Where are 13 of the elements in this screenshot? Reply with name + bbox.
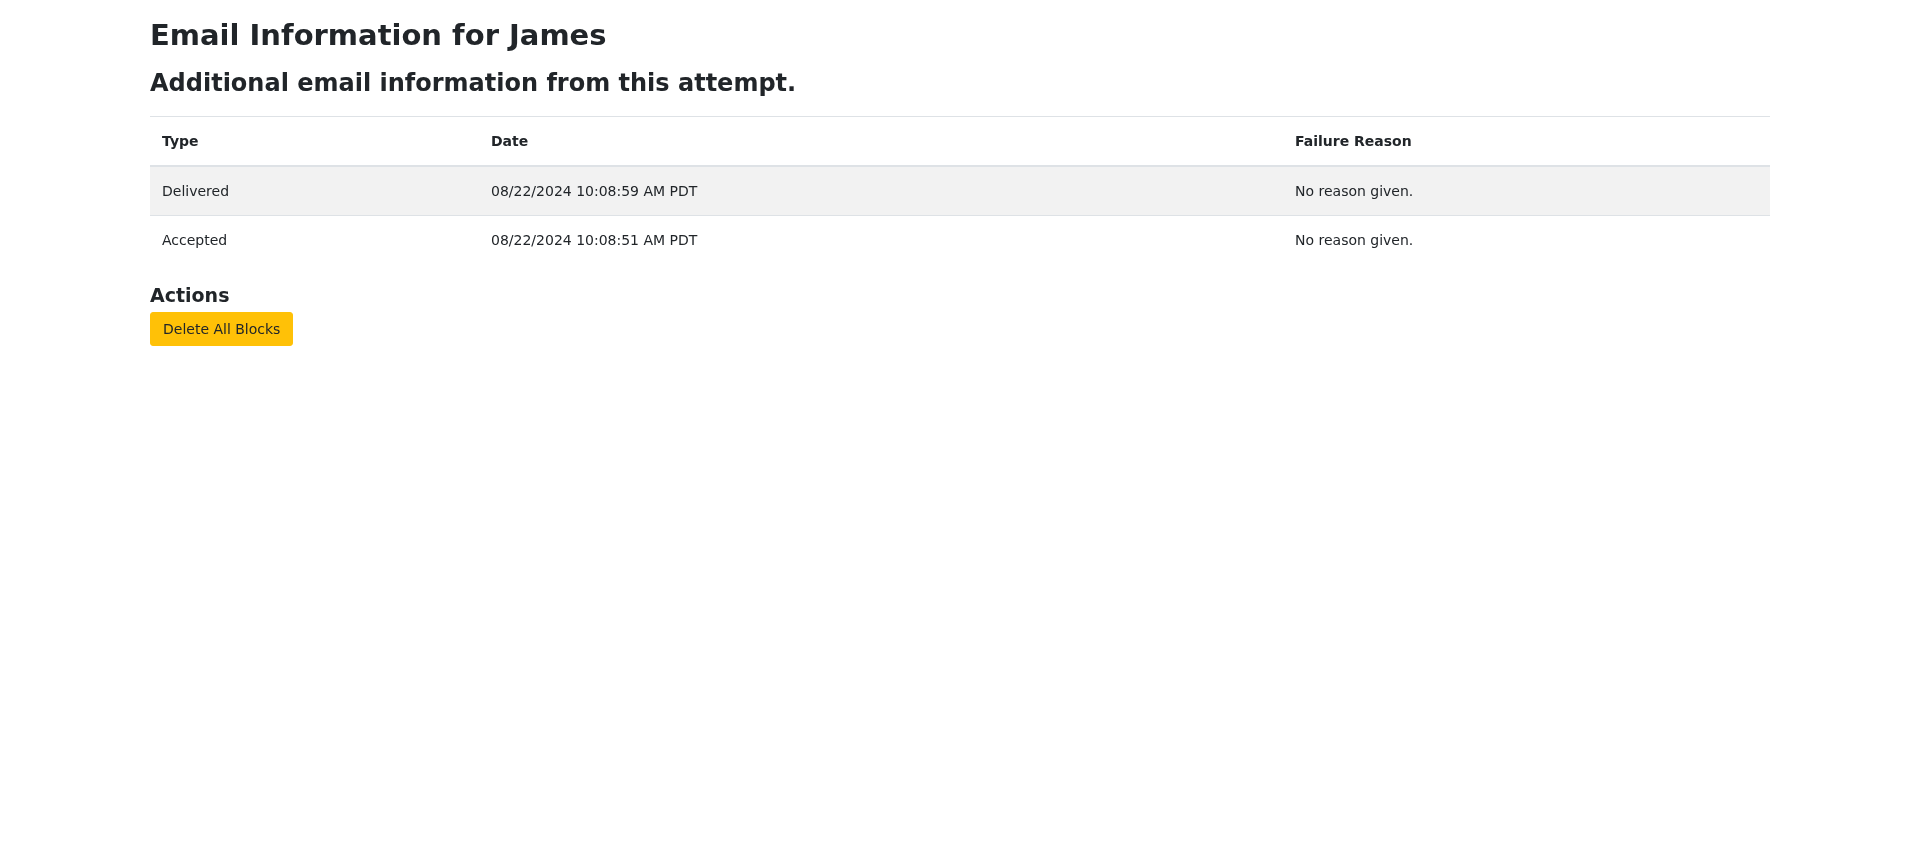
- actions-heading: Actions: [150, 283, 231, 306]
- section-heading: Additional email information from this attempt.: [150, 68, 798, 98]
- column-header: Date: [479, 116, 1283, 166]
- table-cell: No reason given.: [1283, 215, 1770, 264]
- table-cell: 08/22/2024 10:08:51 AM PDT: [479, 215, 1283, 264]
- column-header: Failure Reason: [1283, 116, 1770, 166]
- column-header: Type: [150, 116, 479, 166]
- table-cell: No reason given.: [1283, 165, 1770, 216]
- page-title: Email Information for James: [150, 18, 608, 53]
- table-cell: 08/22/2024 10:08:59 AM PDT: [479, 165, 1283, 216]
- delete-blocks-button[interactable]: Delete All Blocks: [150, 311, 294, 346]
- table-cell: Accepted: [150, 215, 479, 264]
- table-cell: Delivered: [150, 165, 479, 216]
